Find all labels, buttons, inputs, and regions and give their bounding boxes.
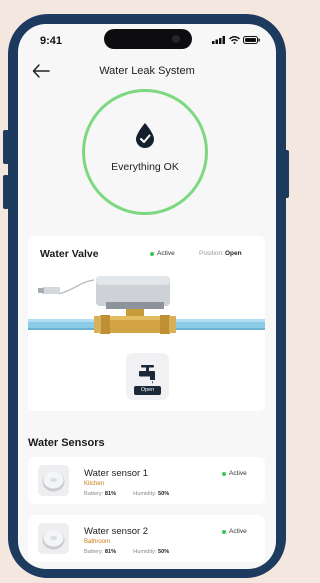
- signal-icon: [212, 36, 225, 44]
- water-sensor-icon: [42, 471, 65, 492]
- status-time: 9:41: [40, 35, 63, 47]
- valve-open-button[interactable]: Open: [126, 353, 169, 400]
- battery-label: Battery:: [84, 549, 104, 555]
- page-title: Water Leak System: [99, 65, 195, 77]
- battery-label: Battery:: [84, 491, 104, 497]
- sensor-name: Water sensor 2: [84, 526, 149, 537]
- volume-up-button: [3, 130, 9, 164]
- battery-value: 81%: [104, 549, 117, 555]
- dynamic-island: [104, 29, 192, 49]
- sensor-meta: Battery: 81% Humidity: 50%: [84, 549, 169, 555]
- faucet-icon: [139, 365, 155, 384]
- power-button: [284, 150, 289, 198]
- water-valve-card: Water Valve Active Position: Open Open: [28, 236, 265, 411]
- sensor-room: Kitchen: [84, 481, 105, 487]
- battery-icon: [243, 36, 260, 44]
- volume-down-button: [3, 175, 9, 209]
- app-header: Water Leak System: [18, 58, 276, 84]
- sensor-status-text: Active: [229, 528, 247, 535]
- sensor-thumbnail: [38, 465, 69, 496]
- sensors-section-title: Water Sensors: [28, 437, 105, 449]
- water-valve-illustration: [28, 276, 265, 334]
- active-dot: [222, 529, 226, 534]
- sensor-room: Bathroom: [84, 539, 111, 545]
- water-sensor-icon: [42, 529, 65, 550]
- active-dot: [222, 471, 226, 476]
- sensor-meta: Battery: 81% Humidity: 50%: [84, 491, 169, 497]
- valve-title: Water Valve: [40, 248, 99, 260]
- phone-screen: 9:41 Water Leak System Everything OK Wat…: [18, 24, 276, 569]
- valve-status-text: Active: [157, 250, 175, 257]
- water-drop-check-icon: [136, 123, 154, 148]
- status-icons: [212, 36, 260, 44]
- system-status-indicator: Everything OK: [82, 89, 208, 215]
- valve-status-badge: Active: [150, 250, 175, 257]
- humidity-label: Humidity:: [133, 549, 157, 555]
- sensor-card[interactable]: Water sensor 1 Kitchen Battery: 81% Humi…: [28, 457, 265, 504]
- valve-position: Position: Open: [199, 250, 242, 257]
- humidity-value: 50%: [158, 491, 170, 497]
- wifi-icon: [229, 36, 240, 44]
- sensor-status-badge: Active: [222, 528, 247, 535]
- sensor-thumbnail: [38, 523, 69, 554]
- sensor-name: Water sensor 1: [84, 468, 149, 479]
- status-bar: 9:41: [18, 24, 276, 54]
- system-status-text: Everything OK: [111, 161, 179, 173]
- camera-icon: [172, 35, 180, 43]
- valve-position-label: Position:: [199, 250, 224, 257]
- valve-position-value: Open: [224, 250, 242, 257]
- humidity-label: Humidity:: [133, 491, 157, 497]
- active-dot: [150, 251, 154, 256]
- battery-value: 81%: [104, 491, 117, 497]
- sensor-status-text: Active: [229, 470, 247, 477]
- sensor-status-badge: Active: [222, 470, 247, 477]
- sensor-card[interactable]: Water sensor 2 Bathroom Battery: 81% Hum…: [28, 515, 265, 562]
- valve-open-label: Open: [134, 386, 161, 395]
- humidity-value: 50%: [158, 549, 170, 555]
